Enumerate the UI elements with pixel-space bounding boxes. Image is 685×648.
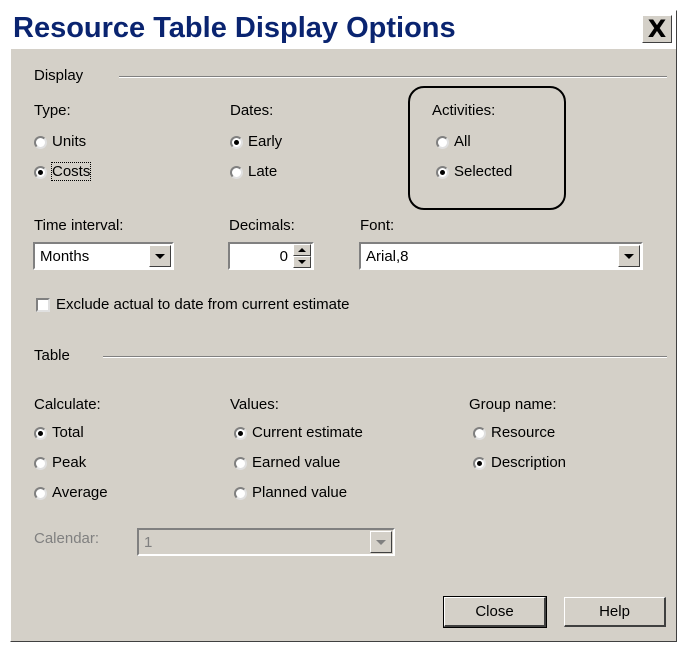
font-label: Font: xyxy=(360,217,395,234)
table-section-divider xyxy=(103,356,667,358)
exclude-actual-checkbox[interactable] xyxy=(36,298,50,312)
dates-early-label[interactable]: Early xyxy=(248,133,282,150)
values-label: Values: xyxy=(230,396,279,413)
chevron-down-icon[interactable] xyxy=(618,245,640,267)
type-label: Type: xyxy=(34,102,71,119)
chevron-down-icon xyxy=(370,531,392,553)
dates-label: Dates: xyxy=(230,102,274,119)
decimals-spinner[interactable]: 0 xyxy=(228,242,314,270)
font-combo[interactable]: Arial,8 xyxy=(359,242,643,270)
decimals-label: Decimals: xyxy=(229,217,295,234)
time-interval-value: Months xyxy=(40,248,90,265)
group-description-label[interactable]: Description xyxy=(491,454,566,471)
dialog-title: Resource Table Display Options xyxy=(13,12,456,44)
calculate-peak-label[interactable]: Peak xyxy=(52,454,86,471)
help-button[interactable]: Help xyxy=(564,597,666,627)
type-units-label[interactable]: Units xyxy=(52,133,86,150)
values-current-estimate-radio[interactable] xyxy=(234,427,247,440)
calculate-total-label[interactable]: Total xyxy=(52,424,84,441)
calendar-label: Calendar: xyxy=(34,530,100,547)
resource-table-display-options-dialog: Resource Table Display Options X Display… xyxy=(10,10,677,642)
close-button[interactable]: Close xyxy=(443,596,547,628)
title-bar: Resource Table Display Options X xyxy=(11,11,676,49)
activities-all-radio[interactable] xyxy=(436,136,449,149)
group-description-radio[interactable] xyxy=(473,457,486,470)
group-resource-radio[interactable] xyxy=(473,427,486,440)
values-earned-value-label[interactable]: Earned value xyxy=(252,454,340,471)
dates-early-radio[interactable] xyxy=(230,136,243,149)
activities-all-label[interactable]: All xyxy=(454,133,471,150)
calendar-value: 1 xyxy=(144,534,153,551)
font-value: Arial,8 xyxy=(366,248,409,265)
type-costs-radio[interactable] xyxy=(34,166,47,179)
dates-late-radio[interactable] xyxy=(230,166,243,179)
calculate-peak-radio[interactable] xyxy=(34,457,47,470)
type-costs-label[interactable]: Costs xyxy=(50,162,92,181)
spin-up-icon[interactable] xyxy=(293,244,311,256)
display-section-divider xyxy=(119,76,667,78)
values-planned-value-radio[interactable] xyxy=(234,487,247,500)
display-section-label: Display xyxy=(34,67,84,84)
calculate-total-radio[interactable] xyxy=(34,427,47,440)
type-units-radio[interactable] xyxy=(34,136,47,149)
calculate-label: Calculate: xyxy=(34,396,101,413)
activities-selected-label[interactable]: Selected xyxy=(454,163,512,180)
time-interval-label: Time interval: xyxy=(34,217,124,234)
exclude-actual-label[interactable]: Exclude actual to date from current esti… xyxy=(56,296,349,313)
chevron-down-icon[interactable] xyxy=(149,245,171,267)
close-window-button[interactable]: X xyxy=(642,15,672,43)
dates-late-label[interactable]: Late xyxy=(248,163,277,180)
calculate-average-label[interactable]: Average xyxy=(52,484,108,501)
calendar-combo: 1 xyxy=(137,528,395,556)
values-current-estimate-label[interactable]: Current estimate xyxy=(252,424,363,441)
spin-down-icon[interactable] xyxy=(293,256,311,268)
group-name-label: Group name: xyxy=(469,396,557,413)
calculate-average-radio[interactable] xyxy=(34,487,47,500)
values-planned-value-label[interactable]: Planned value xyxy=(252,484,347,501)
decimals-value: 0 xyxy=(279,248,288,265)
time-interval-combo[interactable]: Months xyxy=(33,242,174,270)
table-section-label: Table xyxy=(34,347,70,364)
activities-selected-radio[interactable] xyxy=(436,166,449,179)
activities-label: Activities: xyxy=(432,102,496,119)
group-resource-label[interactable]: Resource xyxy=(491,424,555,441)
values-earned-value-radio[interactable] xyxy=(234,457,247,470)
